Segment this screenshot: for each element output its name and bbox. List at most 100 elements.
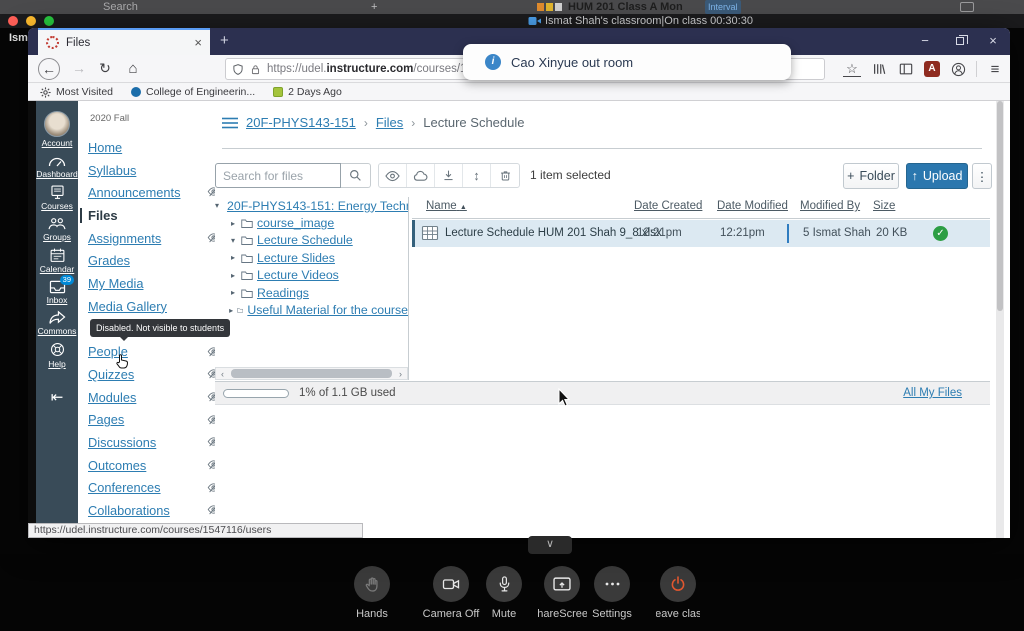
- scrollbar-thumb[interactable]: [997, 101, 1003, 311]
- menu-icon[interactable]: ≡: [986, 60, 1004, 78]
- forward-button[interactable]: →: [68, 58, 90, 80]
- delete-button[interactable]: [491, 164, 519, 187]
- macos-close-button[interactable]: [8, 16, 18, 26]
- course-nav-outcomes[interactable]: Outcomes: [88, 454, 216, 477]
- column-header-date-created[interactable]: Date Created: [634, 200, 702, 212]
- share-screen-button[interactable]: ShareScreen: [537, 566, 587, 620]
- search-button[interactable]: [341, 163, 371, 188]
- upload-arrow-icon: ↑: [912, 169, 918, 183]
- window-close-button[interactable]: ×: [978, 28, 1008, 55]
- column-header-date-modified[interactable]: Date Modified: [717, 200, 788, 212]
- scrollbar-thumb[interactable]: [231, 369, 392, 378]
- course-nav-grades[interactable]: Grades: [88, 249, 216, 272]
- collapse-global-nav-button[interactable]: ⇤: [36, 388, 78, 406]
- course-nav-people[interactable]: People: [88, 341, 216, 364]
- sidebar-icon[interactable]: [897, 60, 915, 78]
- tree-toggle-icon[interactable]: ▸: [229, 288, 237, 297]
- sidebar-item-help[interactable]: Help: [36, 341, 78, 369]
- course-nav-quizzes[interactable]: Quizzes: [88, 363, 216, 386]
- all-my-files-link[interactable]: All My Files: [903, 387, 962, 399]
- course-nav-discussions[interactable]: Discussions: [88, 431, 216, 454]
- published-check-icon[interactable]: ✓: [933, 226, 948, 241]
- tree-toggle-icon[interactable]: ▸: [229, 219, 237, 228]
- tree-folder-lecture-videos[interactable]: ▸ Lecture Videos: [215, 267, 408, 284]
- reload-button[interactable]: ↻: [94, 58, 116, 80]
- course-nav-files[interactable]: Files: [88, 204, 216, 227]
- tree-folder-course-image[interactable]: ▸ course_image: [215, 214, 408, 231]
- sidebar-item-calendar[interactable]: Calendar: [36, 247, 78, 274]
- sidebar-item-courses[interactable]: Courses: [36, 184, 78, 211]
- course-nav-pages[interactable]: Pages: [88, 409, 216, 432]
- search-input[interactable]: [215, 163, 341, 188]
- tree-toggle-icon[interactable]: ▾: [229, 236, 237, 245]
- mute-button[interactable]: Mute: [483, 566, 525, 620]
- notification-toast[interactable]: i Cao Xinyue out room: [463, 44, 791, 80]
- column-header-name[interactable]: Name ▲: [426, 200, 467, 212]
- breadcrumb-course[interactable]: 20F-PHYS143-151: [246, 115, 356, 130]
- course-nav-my-media[interactable]: My Media: [88, 272, 216, 295]
- account-icon[interactable]: [949, 60, 967, 78]
- sidebar-item-dashboard[interactable]: Dashboard: [36, 153, 78, 179]
- leave-class-button[interactable]: Leave class: [656, 566, 700, 620]
- tab-close-icon[interactable]: ×: [194, 36, 202, 49]
- browser-tab-files[interactable]: Files ×: [38, 28, 210, 55]
- course-nav-assignments[interactable]: Assignments: [88, 227, 216, 250]
- scroll-left-icon[interactable]: ‹: [216, 369, 229, 379]
- camera-button[interactable]: Camera Off: [420, 566, 482, 620]
- scroll-right-icon[interactable]: ›: [394, 369, 407, 379]
- sidebar-item-inbox[interactable]: 39 Inbox: [36, 279, 78, 305]
- move-button[interactable]: ↕: [463, 164, 491, 187]
- bookmark-college-of-engineering[interactable]: College of Engineerin...: [131, 86, 255, 98]
- bookmark-most-visited[interactable]: Most Visited: [40, 86, 113, 98]
- tree-toggle-icon[interactable]: ▸: [229, 271, 237, 280]
- tree-root[interactable]: ▾ 20F-PHYS143-151: Energy Technolog: [215, 197, 408, 214]
- tree-toggle-icon[interactable]: ▾: [215, 201, 219, 210]
- adobe-acrobat-icon[interactable]: A: [924, 61, 940, 77]
- tree-horizontal-scrollbar[interactable]: ‹ ›: [215, 367, 408, 380]
- sidebar-item-account[interactable]: Account: [36, 111, 78, 148]
- settings-button[interactable]: Settings: [584, 566, 640, 620]
- raise-hand-button[interactable]: Hands: [342, 566, 402, 620]
- file-name[interactable]: Lecture Schedule HUM 201 Shah 9_8.xlsx: [445, 227, 662, 239]
- sidebar-item-groups[interactable]: Groups: [36, 216, 78, 242]
- course-nav-conferences[interactable]: Conferences: [88, 477, 216, 500]
- column-header-modified-by[interactable]: Modified By: [800, 200, 860, 212]
- course-nav-modules[interactable]: Modules: [88, 386, 216, 409]
- macos-zoom-button[interactable]: [44, 16, 54, 26]
- home-button[interactable]: ⌂: [122, 58, 144, 80]
- bookmarks-menu-icon[interactable]: ☆: [843, 62, 861, 77]
- download-button[interactable]: [435, 164, 463, 187]
- file-date-modified: 12:21pm: [720, 227, 765, 239]
- tree-folder-lecture-slides[interactable]: ▸ Lecture Slides: [215, 249, 408, 266]
- tree-toggle-icon[interactable]: ▸: [229, 306, 233, 315]
- bookmark-2-days-ago[interactable]: 2 Days Ago: [273, 86, 342, 98]
- back-button[interactable]: ←: [38, 58, 60, 80]
- window-restore-button[interactable]: [945, 28, 975, 55]
- sidebar-item-commons[interactable]: Commons: [36, 310, 78, 336]
- library-icon[interactable]: [870, 60, 888, 78]
- new-tab-button[interactable]: +: [220, 32, 229, 49]
- hamburger-icon[interactable]: [222, 117, 238, 129]
- table-row[interactable]: Lecture Schedule HUM 201 Shah 9_8.xlsx 1…: [412, 220, 990, 247]
- column-header-size[interactable]: Size: [873, 200, 895, 212]
- course-nav-syllabus[interactable]: Syllabus: [88, 159, 216, 182]
- course-nav-announcements[interactable]: Announcements: [88, 181, 216, 204]
- breadcrumb-files[interactable]: Files: [376, 115, 403, 130]
- more-options-button[interactable]: ⋮: [972, 163, 992, 189]
- macos-minimize-button[interactable]: [26, 16, 36, 26]
- course-nav-media-gallery[interactable]: Media Gallery: [88, 295, 216, 318]
- preview-button[interactable]: [379, 164, 407, 187]
- upload-button[interactable]: ↑ Upload: [906, 163, 968, 189]
- tree-folder-readings[interactable]: ▸ Readings: [215, 284, 408, 301]
- window-minimize-button[interactable]: −: [910, 28, 940, 55]
- tree-folder-lecture-schedule[interactable]: ▾ Lecture Schedule: [215, 232, 408, 249]
- add-folder-button[interactable]: + Folder: [843, 163, 899, 189]
- publish-status-button[interactable]: [407, 164, 435, 187]
- tracking-shield-icon[interactable]: [232, 63, 244, 76]
- tree-folder-useful-material[interactable]: ▸ Useful Material for the course: [215, 301, 408, 318]
- course-nav-collaborations[interactable]: Collaborations: [88, 499, 216, 522]
- course-nav-home[interactable]: Home: [88, 136, 216, 159]
- collapse-toolbar-button[interactable]: ∨: [528, 536, 572, 554]
- tree-toggle-icon[interactable]: ▸: [229, 253, 237, 262]
- page-vertical-scrollbar[interactable]: [996, 101, 1004, 538]
